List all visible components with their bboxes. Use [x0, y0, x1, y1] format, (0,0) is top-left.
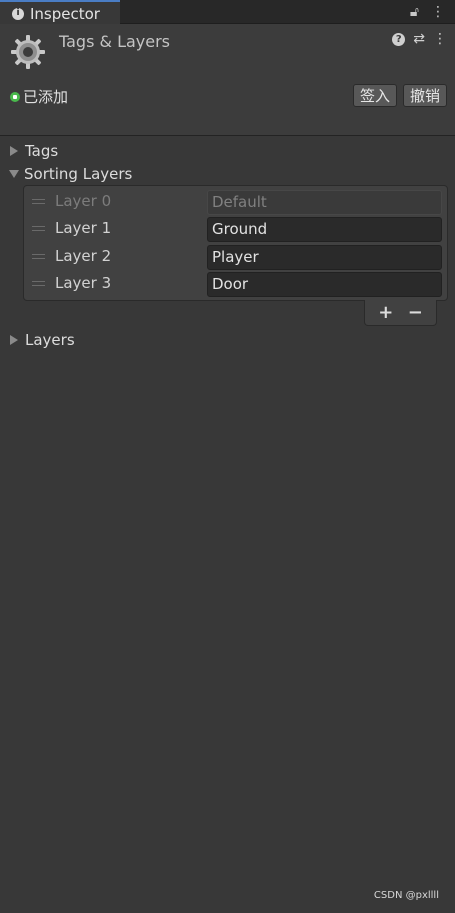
list-footer: + −	[364, 300, 437, 326]
layer-name-field: Default	[207, 190, 442, 215]
list-item[interactable]: Layer 2 Player	[24, 245, 449, 271]
tab-tools: 🔓︎ ⋮	[410, 3, 445, 21]
layer-label: Layer 0	[55, 192, 112, 210]
drag-handle-icon[interactable]	[32, 254, 45, 260]
list-item[interactable]: Layer 1 Ground	[24, 217, 449, 243]
tab-inspector[interactable]: i Inspector	[0, 0, 120, 25]
add-button[interactable]: +	[378, 303, 393, 322]
list-item[interactable]: Layer 3 Door	[24, 272, 449, 298]
sorting-layers-list: Layer 0 Default Layer 1 Ground Layer 2 P…	[23, 185, 448, 301]
added-icon	[10, 91, 20, 102]
foldout-tags-label: Tags	[25, 142, 59, 160]
layer-name-field[interactable]: Door	[207, 272, 442, 297]
drag-handle-icon[interactable]	[32, 226, 45, 232]
more-icon[interactable]: ⋮	[431, 3, 445, 21]
preset-icon[interactable]: ⇄	[413, 32, 425, 46]
foldout-layers-label: Layers	[25, 331, 75, 349]
tab-title: Inspector	[30, 4, 100, 23]
drag-handle-icon[interactable]	[32, 199, 45, 205]
foldout-layers[interactable]: Layers	[10, 331, 75, 349]
watermark: CSDN @pxllll	[373, 890, 439, 901]
expand-icon	[10, 335, 18, 345]
header-title: Tags & Layers	[59, 32, 171, 51]
inspector-header: Tags & Layers ? ⇄ ⋮ 已添加 签入 撤销	[0, 24, 455, 136]
more-icon[interactable]: ⋮	[433, 32, 447, 46]
expand-icon	[10, 146, 18, 156]
info-icon: i	[12, 7, 24, 20]
vc-status-label: 已添加	[23, 88, 69, 106]
help-icon[interactable]: ?	[392, 32, 406, 46]
tab-bar: i Inspector 🔓︎ ⋮	[0, 0, 455, 25]
layer-label: Layer 2	[55, 247, 112, 265]
layer-name-field[interactable]: Ground	[207, 217, 442, 242]
layer-name-field[interactable]: Player	[207, 245, 442, 270]
foldout-tags[interactable]: Tags	[10, 142, 58, 160]
drag-handle-icon[interactable]	[32, 281, 45, 287]
checkin-button[interactable]: 签入	[353, 84, 398, 107]
revert-button[interactable]: 撤销	[403, 84, 448, 107]
gear-icon	[11, 35, 45, 69]
foldout-sorting-layers[interactable]: Sorting Layers	[9, 165, 133, 183]
lock-icon[interactable]: 🔓︎	[410, 3, 419, 21]
list-item[interactable]: Layer 0 Default	[24, 190, 449, 216]
vc-status: 已添加	[10, 86, 68, 107]
collapse-icon	[9, 170, 19, 178]
foldout-sorting-layers-label: Sorting Layers	[24, 165, 133, 183]
header-tools: ? ⇄ ⋮	[392, 32, 447, 46]
layer-label: Layer 3	[55, 274, 112, 292]
layer-label: Layer 1	[55, 219, 112, 237]
remove-button[interactable]: −	[408, 303, 423, 322]
